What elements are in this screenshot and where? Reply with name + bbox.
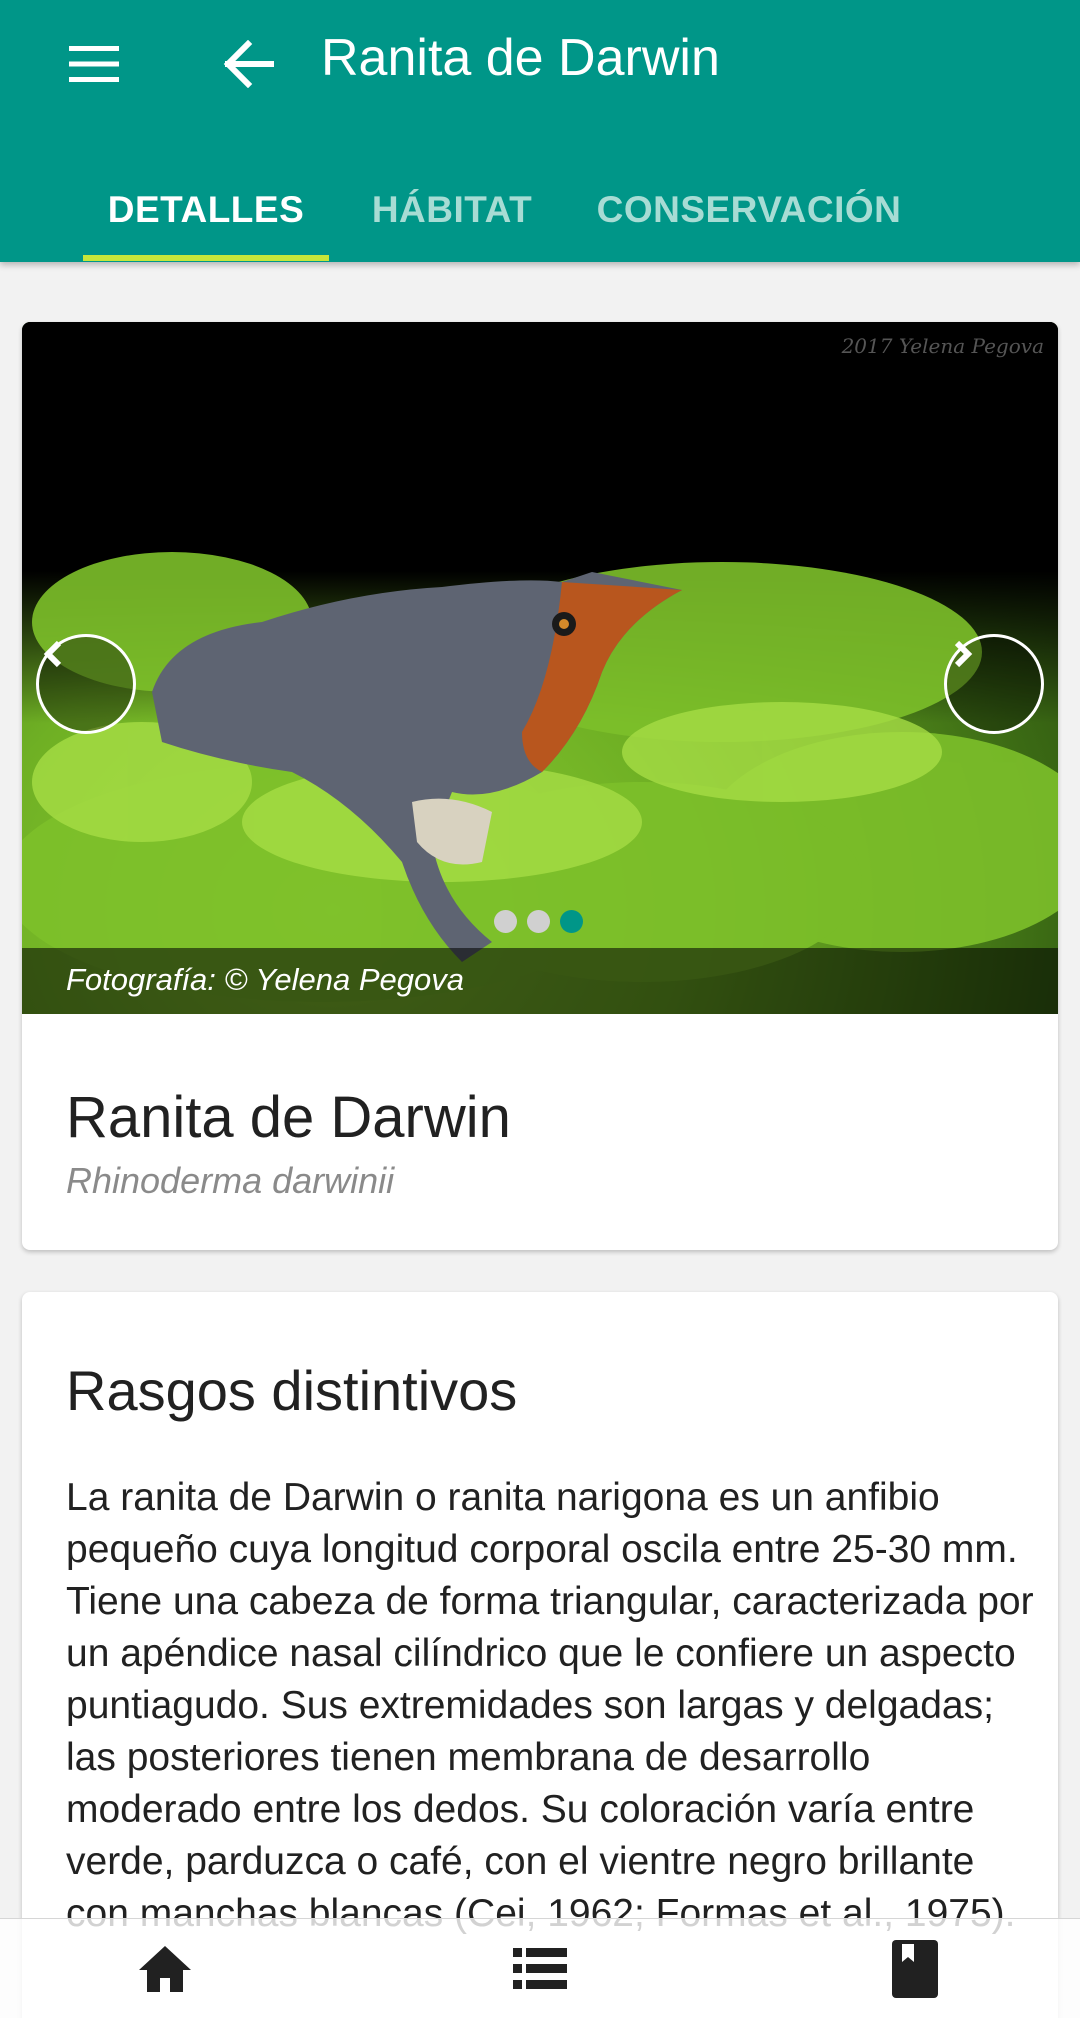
traits-card: Rasgos distintivos La ranita de Darwin o…: [22, 1292, 1058, 2018]
arrow-back-icon[interactable]: [208, 24, 288, 104]
photo-caption-bar: Fotografía: © Yelena Pegova: [22, 948, 1058, 1014]
species-card: 2017 Yelena Pegova Fotografía: © Yelena …: [22, 322, 1058, 1250]
pagination-dot-active[interactable]: [560, 910, 583, 933]
gallery-next-button[interactable]: [944, 634, 1044, 734]
book-icon[interactable]: [885, 1939, 945, 1999]
section-body: La ranita de Darwin o ranita narigona es…: [66, 1476, 1034, 1935]
app-bar: Ranita de Darwin DETALLES HÁBITAT CONSER…: [0, 0, 1080, 262]
species-common-name: Ranita de Darwin: [66, 1085, 511, 1150]
page-title: Ranita de Darwin: [321, 29, 720, 87]
tab-habitat[interactable]: HÁBITAT: [354, 158, 550, 262]
gallery-prev-button[interactable]: [36, 634, 136, 734]
chevron-right-icon: [954, 640, 973, 668]
species-photo[interactable]: 2017 Yelena Pegova Fotografía: © Yelena …: [22, 322, 1058, 1014]
section-title: Rasgos distintivos: [66, 1359, 518, 1422]
home-icon[interactable]: [135, 1939, 195, 1999]
tab-conservacion[interactable]: CONSERVACIÓN: [592, 158, 906, 262]
bottom-navigation: [0, 1918, 1080, 2018]
list-icon[interactable]: [510, 1939, 570, 1999]
tab-detalles[interactable]: DETALLES: [83, 158, 329, 262]
chevron-left-icon: [43, 640, 62, 668]
photo-caption: Fotografía: © Yelena Pegova: [66, 962, 464, 997]
pagination-dot[interactable]: [494, 910, 517, 933]
photo-watermark: 2017 Yelena Pegova: [841, 334, 1044, 358]
menu-icon[interactable]: [58, 28, 130, 100]
pagination-dot[interactable]: [527, 910, 550, 933]
gallery-pagination: [494, 910, 583, 934]
tab-indicator: [83, 255, 329, 261]
species-scientific-name: Rhinoderma darwinii: [66, 1160, 395, 1201]
tab-bar: DETALLES HÁBITAT CONSERVACIÓN: [0, 158, 1080, 262]
